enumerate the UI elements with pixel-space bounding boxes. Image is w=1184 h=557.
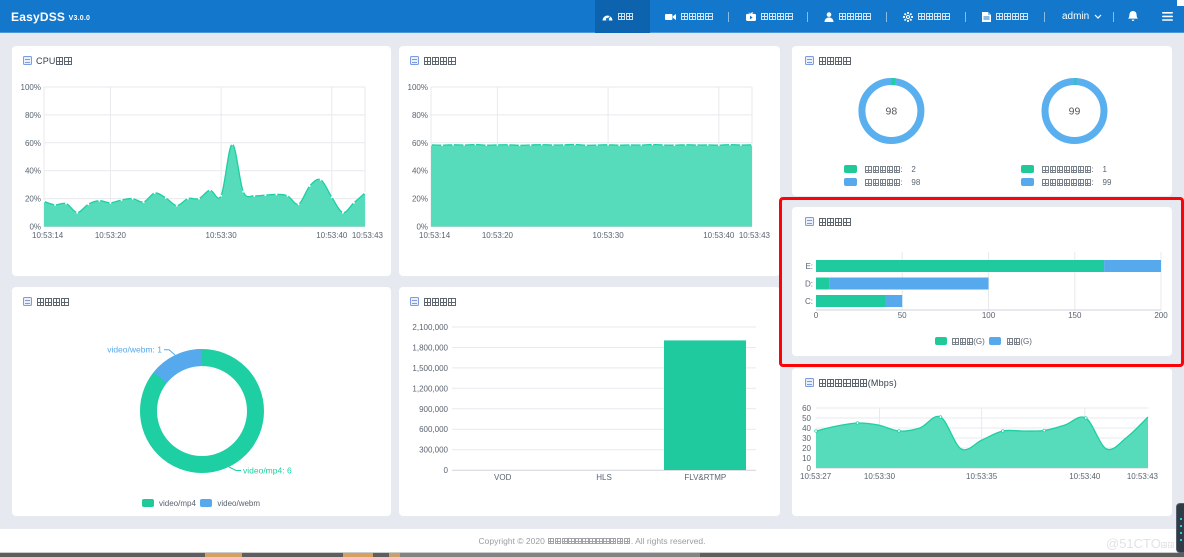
svg-text:99: 99: [1069, 106, 1081, 118]
svg-text:10:53:30: 10:53:30: [206, 231, 238, 240]
svg-text:0: 0: [444, 466, 449, 475]
svg-text:80%: 80%: [25, 111, 41, 120]
svg-text:10:53:35: 10:53:35: [966, 472, 998, 481]
svg-text:300,000: 300,000: [419, 446, 448, 455]
svg-text:60: 60: [802, 404, 811, 413]
svg-text:40: 40: [802, 424, 811, 433]
svg-text:10:53:20: 10:53:20: [482, 231, 514, 240]
svg-text:10:53:43: 10:53:43: [352, 231, 384, 240]
svg-text:10:53:40: 10:53:40: [703, 231, 735, 240]
svg-text:video/mp4: 6: video/mp4: 6: [243, 466, 292, 476]
svg-text:HLS: HLS: [596, 473, 612, 482]
svg-text:10:53:40: 10:53:40: [1069, 472, 1101, 481]
svg-text:10:53:30: 10:53:30: [864, 472, 896, 481]
svg-text:10:53:30: 10:53:30: [593, 231, 625, 240]
svg-text:20: 20: [802, 444, 811, 453]
svg-text:40%: 40%: [412, 167, 428, 176]
svg-text:10:53:43: 10:53:43: [1127, 472, 1159, 481]
svg-text:2,100,000: 2,100,000: [412, 323, 448, 332]
svg-text:1,500,000: 1,500,000: [412, 364, 448, 373]
svg-text:10:53:20: 10:53:20: [95, 231, 127, 240]
svg-text:20%: 20%: [412, 195, 428, 204]
svg-text:FLV&RTMP: FLV&RTMP: [684, 473, 726, 482]
svg-text:10:53:43: 10:53:43: [739, 231, 771, 240]
svg-text:10: 10: [802, 454, 811, 463]
svg-text:50: 50: [802, 414, 811, 423]
svg-text:60%: 60%: [412, 139, 428, 148]
svg-text:VOD: VOD: [494, 473, 512, 482]
svg-text:10:53:14: 10:53:14: [32, 231, 64, 240]
svg-text:30: 30: [802, 434, 811, 443]
svg-text:80%: 80%: [412, 111, 428, 120]
svg-text:98: 98: [886, 106, 898, 118]
svg-text:1,200,000: 1,200,000: [412, 384, 448, 393]
svg-text:20%: 20%: [25, 195, 41, 204]
svg-text:video/webm: 1: video/webm: 1: [107, 345, 162, 355]
svg-text:60%: 60%: [25, 139, 41, 148]
svg-text:100%: 100%: [21, 83, 41, 92]
svg-text:900,000: 900,000: [419, 405, 448, 414]
svg-text:10:53:27: 10:53:27: [800, 472, 832, 481]
svg-text:1,800,000: 1,800,000: [412, 344, 448, 353]
svg-text:10:53:14: 10:53:14: [419, 231, 451, 240]
svg-text:10:53:40: 10:53:40: [316, 231, 348, 240]
svg-text:100%: 100%: [408, 83, 428, 92]
svg-text:600,000: 600,000: [419, 425, 448, 434]
svg-text:40%: 40%: [25, 167, 41, 176]
